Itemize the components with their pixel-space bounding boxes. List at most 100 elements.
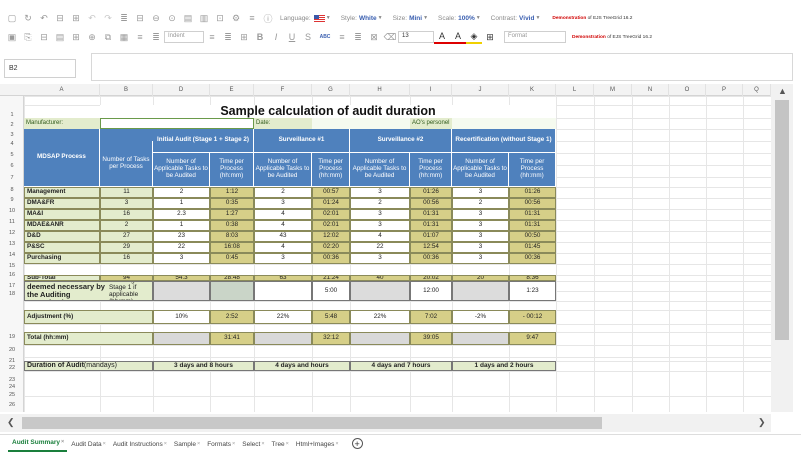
- indent-select[interactable]: Indent: [164, 31, 204, 43]
- row-header-21[interactable]: 21: [0, 358, 24, 364]
- sheet-tab-select[interactable]: Select×: [238, 438, 267, 452]
- format-tool-icon-9[interactable]: ≡: [132, 30, 148, 44]
- number-format-select[interactable]: Format: [504, 31, 566, 43]
- name-box[interactable]: B2: [4, 59, 76, 78]
- ao-input[interactable]: [452, 118, 556, 129]
- vertical-scrollbar[interactable]: ▲: [771, 84, 793, 412]
- text-style-icon-2[interactable]: ≣: [220, 30, 236, 44]
- col-header-B[interactable]: B: [100, 84, 153, 96]
- toolbar-icon-6[interactable]: ↶: [84, 11, 100, 25]
- size-value[interactable]: Mini: [409, 15, 422, 22]
- toolbar-icon-16[interactable]: ≡: [244, 11, 260, 25]
- row-header-8[interactable]: 8: [0, 187, 24, 193]
- format-tool-icon-6[interactable]: ⊕: [84, 30, 100, 44]
- tool-icon-1[interactable]: ≡: [334, 30, 350, 44]
- horizontal-scrollbar[interactable]: ❮ ❯: [0, 414, 771, 432]
- scroll-left-icon[interactable]: ❮: [7, 417, 15, 428]
- tool-icon-3[interactable]: ⊠: [366, 30, 382, 44]
- row-header-22[interactable]: 22: [0, 365, 24, 371]
- col-header-H[interactable]: H: [350, 84, 410, 96]
- close-icon[interactable]: ×: [261, 441, 264, 447]
- row-header-6[interactable]: 6: [0, 163, 24, 169]
- vertical-scroll-thumb[interactable]: [775, 100, 789, 340]
- sheet-tab-tree[interactable]: Tree×: [268, 438, 292, 452]
- row-header-19[interactable]: 19: [0, 334, 24, 340]
- row-header-15[interactable]: 15: [0, 263, 24, 269]
- text-style-icon-6[interactable]: U: [284, 30, 300, 44]
- tool-icon-2[interactable]: ≣: [350, 30, 366, 44]
- row-header-26[interactable]: 26: [0, 402, 24, 408]
- style-value[interactable]: White: [359, 15, 377, 22]
- format-tool-icon-7[interactable]: ⧉: [100, 30, 116, 44]
- row-header-12[interactable]: 12: [0, 230, 24, 236]
- additional-time-value[interactable]: 1:23: [509, 281, 556, 301]
- row-header-1[interactable]: 1: [0, 112, 24, 118]
- formula-bar[interactable]: [91, 53, 793, 81]
- highlight-color-icon[interactable]: A: [450, 30, 466, 44]
- row-header-17[interactable]: 17: [0, 283, 24, 289]
- font-color-icon[interactable]: A: [434, 30, 450, 44]
- col-header-O[interactable]: O: [669, 84, 706, 96]
- format-tool-icon-2[interactable]: ⎘: [20, 30, 36, 44]
- sheet-tab-sample[interactable]: Sample×: [170, 438, 203, 452]
- close-icon[interactable]: ×: [197, 441, 200, 447]
- row-header-7[interactable]: 7: [0, 175, 24, 181]
- sheet-tab-audit-instructions[interactable]: Audit Instructions×: [109, 438, 170, 452]
- sheet-tab-html-images[interactable]: Html+Images×: [292, 438, 342, 452]
- manufacturer-input[interactable]: [100, 118, 254, 129]
- row-header-11[interactable]: 11: [0, 219, 24, 225]
- col-header-L[interactable]: L: [556, 84, 594, 96]
- sheet-tab-audit-data[interactable]: Audit Data×: [67, 438, 109, 452]
- text-style-icon-3[interactable]: ⊞: [236, 30, 252, 44]
- toolbar-icon-4[interactable]: ⊟: [52, 11, 68, 25]
- col-header-F[interactable]: F: [254, 84, 312, 96]
- row-header-16[interactable]: 16: [0, 272, 24, 278]
- row-header-18[interactable]: 18: [0, 291, 24, 297]
- additional-time-value[interactable]: 5:00: [312, 281, 350, 301]
- col-header-N[interactable]: N: [632, 84, 669, 96]
- format-tool-icon-1[interactable]: ▣: [4, 30, 20, 44]
- tool-icon-4[interactable]: ⌫: [382, 30, 398, 44]
- text-style-icon-7[interactable]: S: [300, 30, 316, 44]
- toolbar-icon-14[interactable]: ⊡: [212, 11, 228, 25]
- close-icon[interactable]: ×: [103, 441, 106, 447]
- scroll-up-icon[interactable]: ▲: [778, 86, 787, 96]
- date-input[interactable]: [312, 118, 410, 129]
- toolbar-icon-9[interactable]: ⊟: [132, 11, 148, 25]
- scale-value[interactable]: 100%: [458, 15, 475, 22]
- toolbar-icon-2[interactable]: ↻: [20, 11, 36, 25]
- sheet-tab-formats[interactable]: Formats×: [203, 438, 238, 452]
- row-header-4[interactable]: 4: [0, 141, 24, 147]
- format-tool-icon-5[interactable]: ⊞: [68, 30, 84, 44]
- toolbar-icon-10[interactable]: ⊖: [148, 11, 164, 25]
- toolbar-icon-1[interactable]: ▢: [4, 11, 20, 25]
- scroll-right-icon[interactable]: ❯: [758, 417, 766, 428]
- col-header-A[interactable]: A: [24, 84, 100, 96]
- flag-icon[interactable]: [313, 14, 325, 22]
- chevron-down-icon[interactable]: ▼: [476, 15, 481, 21]
- format-tool-icon-8[interactable]: ▦: [116, 30, 132, 44]
- col-header-J[interactable]: J: [452, 84, 509, 96]
- col-header-I[interactable]: I: [410, 84, 452, 96]
- add-sheet-icon[interactable]: +: [351, 438, 363, 449]
- format-tool-icon-4[interactable]: ▤: [52, 30, 68, 44]
- spellcheck-icon[interactable]: ABC: [316, 30, 334, 44]
- col-header-G[interactable]: G: [312, 84, 350, 96]
- close-icon[interactable]: ×: [232, 441, 235, 447]
- row-header-23[interactable]: 23: [0, 377, 24, 383]
- toolbar-icon-17[interactable]: ⓘ: [260, 11, 276, 25]
- chevron-down-icon[interactable]: ▼: [535, 15, 540, 21]
- toolbar-icon-3[interactable]: ↶: [36, 11, 52, 25]
- text-style-icon-5[interactable]: I: [268, 30, 284, 44]
- contrast-value[interactable]: Vivid: [519, 15, 534, 22]
- toolbar-icon-7[interactable]: ↷: [100, 11, 116, 25]
- borders-icon[interactable]: ⊞: [482, 30, 498, 44]
- format-tool-icon-3[interactable]: ⊟: [36, 30, 52, 44]
- close-icon[interactable]: ×: [286, 441, 289, 447]
- row-header-24[interactable]: 24: [0, 384, 24, 390]
- sheet-tab-audit-summary[interactable]: Audit Summary×: [8, 436, 68, 452]
- toolbar-icon-8[interactable]: ≣: [116, 11, 132, 25]
- toolbar-icon-13[interactable]: ▥: [196, 11, 212, 25]
- chevron-down-icon[interactable]: ▼: [326, 15, 331, 21]
- toolbar-icon-15[interactable]: ⚙: [228, 11, 244, 25]
